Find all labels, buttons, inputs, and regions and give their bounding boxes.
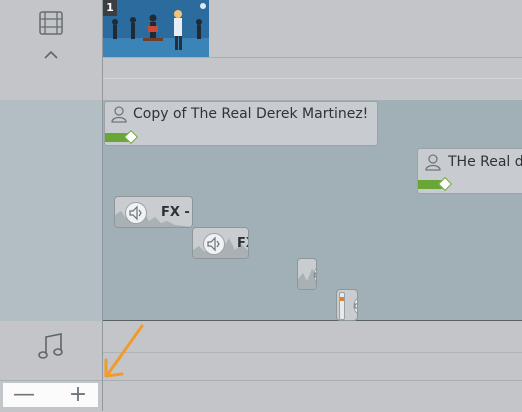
speaker-icon xyxy=(348,296,357,316)
music-note-icon[interactable] xyxy=(37,331,65,361)
clip-title: Copy of The Real Derek Martinez! xyxy=(133,106,369,122)
speaker-icon xyxy=(203,233,225,255)
music-track-lane xyxy=(103,321,522,381)
divider xyxy=(103,57,522,58)
audio-clip-label: FX xyxy=(237,236,248,251)
chevron-up-icon[interactable] xyxy=(42,46,60,59)
orange-arrow-annotation xyxy=(100,322,148,382)
overlay-clip[interactable]: THe Real de xyxy=(417,148,522,194)
video-thumbnail[interactable] xyxy=(103,0,209,57)
user-icon xyxy=(110,105,128,123)
zoom-control: — + xyxy=(2,382,99,408)
clip-number-badge: 1 xyxy=(103,0,117,16)
speaker-icon xyxy=(306,265,316,285)
audio-clip[interactable] xyxy=(336,289,358,321)
overlay-track-header xyxy=(0,100,102,321)
clip-title: THe Real de xyxy=(448,154,522,170)
speaker-icon xyxy=(125,202,147,224)
audio-clip-label: FX - I xyxy=(161,205,192,220)
marker xyxy=(340,297,344,301)
zoom-in-button[interactable]: + xyxy=(63,383,93,407)
audio-clip[interactable] xyxy=(297,258,317,290)
zoom-out-button[interactable]: — xyxy=(9,383,39,407)
audio-clip[interactable]: FX xyxy=(192,227,249,259)
divider xyxy=(103,78,522,79)
rail-divider xyxy=(102,380,103,411)
overlay-clip[interactable]: Copy of The Real Derek Martinez! xyxy=(104,101,378,146)
user-icon xyxy=(424,153,442,171)
audio-clip[interactable]: FX - I xyxy=(114,196,193,228)
film-strip-icon[interactable] xyxy=(38,10,64,36)
divider xyxy=(103,352,522,353)
